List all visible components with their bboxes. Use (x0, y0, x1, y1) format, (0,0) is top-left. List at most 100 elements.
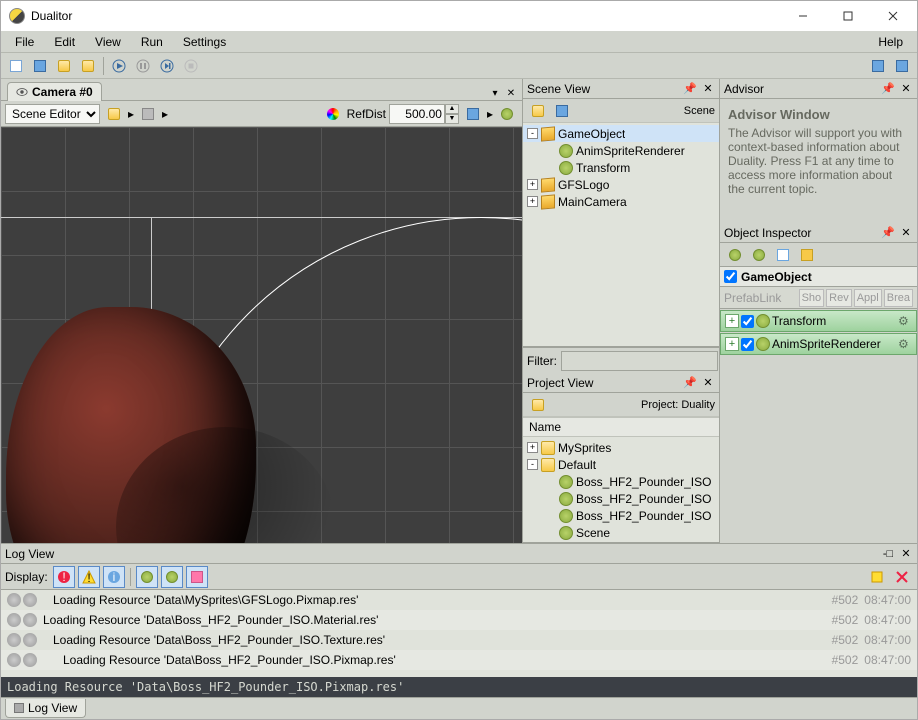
log-core-icon[interactable] (136, 566, 158, 588)
pin-icon[interactable]: -□ (881, 547, 895, 561)
gear-icon[interactable] (496, 103, 518, 125)
pin-icon[interactable]: 📌 (683, 376, 697, 390)
tree-row[interactable]: Boss_HF2_Pounder_ISO (523, 490, 719, 507)
save-scene-icon[interactable] (551, 100, 573, 122)
close-button[interactable] (870, 2, 915, 30)
log-editor-icon[interactable] (161, 566, 183, 588)
open-icon[interactable] (53, 55, 75, 77)
new-icon[interactable] (5, 55, 27, 77)
tree-row[interactable]: -Default (523, 456, 719, 473)
spin-up-icon[interactable]: ▲ (445, 104, 459, 114)
play-icon[interactable] (108, 55, 130, 77)
log-row[interactable]: Loading Resource 'Data\MySprites\GFSLogo… (1, 590, 917, 610)
folder-icon[interactable] (103, 103, 125, 125)
expand-icon[interactable]: + (725, 337, 739, 351)
log-clear-icon[interactable] (891, 566, 913, 588)
pause-icon[interactable] (132, 55, 154, 77)
close-icon[interactable]: ✕ (899, 82, 913, 96)
log-game-icon[interactable] (186, 566, 208, 588)
tree-row[interactable]: Boss_HF2_Pounder_ISO (523, 507, 719, 524)
gear-icon[interactable]: ⚙ (898, 314, 912, 328)
tree-row[interactable]: +MySprites (523, 439, 719, 456)
project-columns[interactable]: Name (523, 417, 719, 437)
tree-row[interactable]: +GFSLogo (523, 176, 719, 193)
refdist-spinbox[interactable]: ▲▼ (389, 104, 459, 124)
tree-row[interactable]: AnimSpriteRenderer (523, 142, 719, 159)
editor-mode-select[interactable]: Scene Editor (5, 104, 100, 124)
log-pause-icon[interactable] (866, 566, 888, 588)
minimize-button[interactable] (780, 2, 825, 30)
spin-down-icon[interactable]: ▼ (445, 114, 459, 124)
color-icon[interactable] (322, 103, 344, 125)
prefab-revert-button[interactable]: Rev (826, 289, 852, 307)
tree-row[interactable]: Boss_HF2_Pounder_ISO (523, 473, 719, 490)
menu-run[interactable]: Run (131, 33, 173, 51)
project-tree[interactable]: +MySprites-DefaultBoss_HF2_Pounder_ISOBo… (523, 437, 719, 543)
menu-view[interactable]: View (85, 33, 131, 51)
close-icon[interactable]: ✕ (899, 226, 913, 240)
tab-close-icon[interactable]: ✕ (504, 86, 518, 100)
component-row[interactable]: +AnimSpriteRenderer⚙ (720, 333, 917, 355)
prefab-show-button[interactable]: Sho (799, 289, 825, 307)
tree-row[interactable]: Transform (523, 159, 719, 176)
log-error-icon[interactable]: ! (53, 566, 75, 588)
scene-tree[interactable]: -GameObjectAnimSpriteRendererTransform+G… (523, 123, 719, 347)
dropdown-icon[interactable]: ▸ (128, 107, 134, 121)
close-icon[interactable]: ✕ (701, 376, 715, 390)
prefab-break-button[interactable]: Brea (884, 289, 913, 307)
object-enabled-checkbox[interactable] (724, 270, 737, 283)
new-scene-icon[interactable] (527, 100, 549, 122)
component-enabled-checkbox[interactable] (741, 315, 754, 328)
pin-icon[interactable]: 📌 (881, 82, 895, 96)
pin-icon[interactable]: 📌 (683, 82, 697, 96)
save-icon[interactable] (29, 55, 51, 77)
gear-icon[interactable]: ⚙ (898, 337, 912, 351)
cube-icon[interactable] (137, 103, 159, 125)
log-footer-tab[interactable]: Log View (5, 699, 86, 718)
maximize-button[interactable] (825, 2, 870, 30)
log-warning-icon[interactable]: ! (78, 566, 100, 588)
menu-help[interactable]: Help (868, 33, 913, 51)
gear-icon[interactable] (748, 244, 770, 266)
import-icon[interactable] (77, 55, 99, 77)
export-icon[interactable] (867, 55, 889, 77)
log-list[interactable]: Loading Resource 'Data\MySprites\GFSLogo… (1, 590, 917, 677)
pin-icon[interactable]: 📌 (881, 226, 895, 240)
publish-icon[interactable] (891, 55, 913, 77)
expand-icon[interactable]: + (725, 314, 739, 328)
menu-edit[interactable]: Edit (44, 33, 85, 51)
refdist-input[interactable] (389, 104, 445, 124)
dropdown-icon[interactable]: ▸ (487, 107, 493, 121)
folder-icon[interactable] (527, 394, 549, 416)
log-info-icon[interactable]: i (103, 566, 125, 588)
gear-icon (7, 633, 21, 647)
copy-icon[interactable] (772, 244, 794, 266)
advisor-header: Advisor 📌 ✕ (720, 79, 917, 99)
tree-row[interactable]: +MainCamera (523, 193, 719, 210)
tree-row[interactable]: Scene (523, 524, 719, 541)
component-row[interactable]: +Transform⚙ (720, 310, 917, 332)
menu-file[interactable]: File (5, 33, 44, 51)
tree-row[interactable]: -GameObject (523, 125, 719, 142)
menu-settings[interactable]: Settings (173, 33, 236, 51)
project-label: Project: Duality (641, 399, 715, 411)
lock-icon[interactable] (796, 244, 818, 266)
dropdown-icon[interactable]: ▸ (162, 107, 168, 121)
filter-input[interactable] (561, 351, 718, 371)
tab-dropdown-icon[interactable]: ▾ (488, 86, 502, 100)
viewport[interactable] (1, 127, 522, 543)
stop-icon[interactable] (180, 55, 202, 77)
log-row[interactable]: Loading Resource 'Data\Boss_HF2_Pounder_… (1, 630, 917, 650)
log-row[interactable]: Loading Resource 'Data\Boss_HF2_Pounder_… (1, 650, 917, 670)
close-icon[interactable]: ✕ (701, 82, 715, 96)
prefab-apply-button[interactable]: Appl (854, 289, 882, 307)
refresh-icon[interactable] (724, 244, 746, 266)
camera-tab[interactable]: Camera #0 (7, 82, 102, 101)
component-enabled-checkbox[interactable] (741, 338, 754, 351)
component-icon (756, 337, 770, 351)
inspector-header: Object Inspector 📌 ✕ (720, 223, 917, 243)
step-icon[interactable] (156, 55, 178, 77)
layers-icon[interactable] (462, 103, 484, 125)
close-icon[interactable]: ✕ (899, 547, 913, 561)
log-row[interactable]: Loading Resource 'Data\Boss_HF2_Pounder_… (1, 610, 917, 630)
